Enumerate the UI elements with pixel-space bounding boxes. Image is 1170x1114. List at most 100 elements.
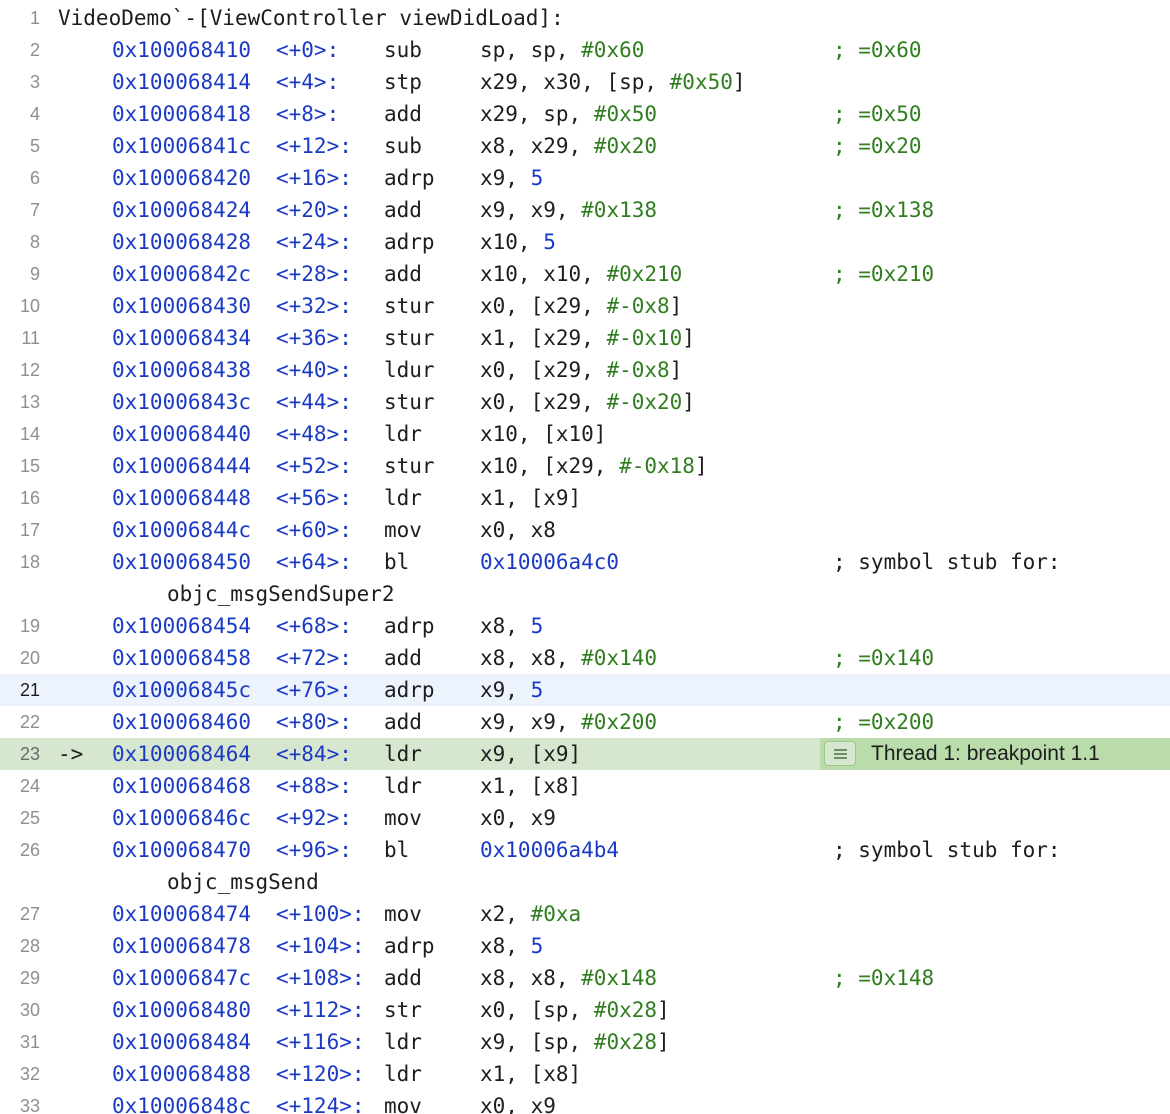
line-number[interactable]: 20 <box>0 642 40 674</box>
instruction-row[interactable]: 22 0x100068460 <+80>: add x9, x9, #0x200 ; =0… <box>0 706 1170 738</box>
instruction-row[interactable]: 19 0x100068454 <+68>: adrp x8, 5 <box>0 610 1170 642</box>
instruction-row[interactable]: 24 0x100068468 <+88>: ldr x1, [x8] <box>0 770 1170 802</box>
line-number[interactable]: 25 <box>0 802 40 834</box>
instruction-row[interactable]: 21 0x10006845c <+76>: adrp x9, 5 <box>0 674 1170 706</box>
instruction-address: 0x10006848c <box>112 1094 252 1114</box>
operand-text: x8, <box>480 614 531 638</box>
instruction-row[interactable]: 14 0x100068440 <+48>: ldr x10, [x10] <box>0 418 1170 450</box>
instruction-offset: <+28>: <box>276 262 352 286</box>
instruction-row[interactable]: 2 0x100068410 <+0>: sub sp, sp, #0x60 ; =0x60 <box>0 34 1170 66</box>
instruction-comment: ; =0x200 <box>833 710 935 734</box>
instruction-row[interactable]: 3 0x100068414 <+4>: stp x29, x30, [sp, #0x50… <box>0 66 1170 98</box>
disassembly-editor[interactable]: 1 VideoDemo`-[ViewController viewDidLoad… <box>0 0 1170 1114</box>
instruction-offset: <+12>: <box>276 134 352 158</box>
instruction-offset: <+100>: <box>276 902 365 926</box>
line-number[interactable]: 7 <box>0 194 40 226</box>
instruction-offset: <+104>: <box>276 934 365 958</box>
operand-text: sp, sp, <box>480 38 582 62</box>
line-number[interactable]: 27 <box>0 898 40 930</box>
line-number[interactable]: 10 <box>0 290 40 322</box>
line-number[interactable]: 29 <box>0 962 40 994</box>
instruction-row[interactable]: 18 0x100068450 <+64>: bl 0x10006a4c0 ; symbol… <box>0 546 1170 578</box>
instruction-row[interactable]: 28 0x100068478 <+104>: adrp x8, 5 <box>0 930 1170 962</box>
line-number[interactable]: 3 <box>0 66 40 98</box>
instruction-address: 0x10006844c <box>112 518 252 542</box>
line-number[interactable]: 24 <box>0 770 40 802</box>
header-row[interactable]: 1 VideoDemo`-[ViewController viewDidLoad… <box>0 2 1170 34</box>
line-number[interactable]: 6 <box>0 162 40 194</box>
line-number[interactable]: 23 <box>0 738 40 770</box>
operand-text: x8, x8, <box>480 966 582 990</box>
instruction-address: 0x10006843c <box>112 390 252 414</box>
line-number[interactable]: 30 <box>0 994 40 1026</box>
lines-icon[interactable] <box>824 741 856 766</box>
operand-text: x9, x9, <box>480 710 582 734</box>
instruction-row[interactable]: 33 0x10006848c <+124>: mov x0, x9 <box>0 1090 1170 1114</box>
operand-immediate: #0x148 <box>581 966 658 990</box>
line-number[interactable]: 11 <box>0 322 40 354</box>
instruction-row[interactable]: 13 0x10006843c <+44>: stur x0, [x29, #-0x20] <box>0 386 1170 418</box>
instruction-address: 0x100068440 <box>112 422 252 446</box>
instruction-row[interactable]: 15 0x100068444 <+52>: stur x10, [x29, #-0x18… <box>0 450 1170 482</box>
line-number[interactable]: 2 <box>0 34 40 66</box>
line-number[interactable]: 22 <box>0 706 40 738</box>
instruction-row[interactable]: 10 0x100068430 <+32>: stur x0, [x29, #-0x8] <box>0 290 1170 322</box>
operand-text: x1, [x8] <box>480 774 582 798</box>
instruction-address: 0x100068414 <box>112 70 252 94</box>
line-number[interactable]: 17 <box>0 514 40 546</box>
instruction-row[interactable]: 17 0x10006844c <+60>: mov x0, x8 <box>0 514 1170 546</box>
instruction-row[interactable]: 20 0x100068458 <+72>: add x8, x8, #0x140 ; =0… <box>0 642 1170 674</box>
instruction-address: 0x100068448 <box>112 486 252 510</box>
instruction-row[interactable]: 6 0x100068420 <+16>: adrp x9, 5 <box>0 162 1170 194</box>
instruction-row[interactable]: 8 0x100068428 <+24>: adrp x10, 5 <box>0 226 1170 258</box>
instruction-row[interactable]: 4 0x100068418 <+8>: add x29, sp, #0x50 ; =0x5… <box>0 98 1170 130</box>
operand-text: x29, x30, [sp, <box>480 70 670 94</box>
instruction-row[interactable]: 31 0x100068484 <+116>: ldr x9, [sp, #0x28] <box>0 1026 1170 1058</box>
instruction-row[interactable]: 32 0x100068488 <+120>: ldr x1, [x8] <box>0 1058 1170 1090</box>
instruction-mnemonic: ldr <box>384 774 422 798</box>
operand-text: x10, [x29, <box>480 454 620 478</box>
instruction-address: 0x100068428 <box>112 230 252 254</box>
line-number[interactable]: 32 <box>0 1058 40 1090</box>
instruction-row[interactable]: 23 -> 0x100068464 <+84>: ldr x9, [x9] Thread 1… <box>0 738 1170 770</box>
line-number[interactable]: 21 <box>0 674 40 706</box>
instruction-offset: <+120>: <box>276 1062 365 1086</box>
line-number[interactable]: 26 <box>0 834 40 866</box>
instruction-offset: <+96>: <box>276 838 352 862</box>
instruction-address: 0x100068454 <box>112 614 252 638</box>
line-number[interactable]: 5 <box>0 130 40 162</box>
instruction-row[interactable]: 5 0x10006841c <+12>: sub x8, x29, #0x20 ; =0x… <box>0 130 1170 162</box>
line-number[interactable]: 16 <box>0 482 40 514</box>
instruction-operands: x29, x30, [sp, #0x50] <box>480 66 746 98</box>
instruction-row[interactable]: 27 0x100068474 <+100>: mov x2, #0xa <box>0 898 1170 930</box>
instruction-row[interactable]: 30 0x100068480 <+112>: str x0, [sp, #0x28] <box>0 994 1170 1026</box>
line-number[interactable]: 31 <box>0 1026 40 1058</box>
line-number[interactable]: 15 <box>0 450 40 482</box>
instruction-row[interactable]: 29 0x10006847c <+108>: add x8, x8, #0x148 ; =… <box>0 962 1170 994</box>
instruction-row[interactable]: 12 0x100068438 <+40>: ldur x0, [x29, #-0x8] <box>0 354 1170 386</box>
operand-immediate: #0xa <box>530 902 582 926</box>
operand-value: 0x10006a4b4 <box>480 838 620 862</box>
instruction-row[interactable]: 11 0x100068434 <+36>: stur x1, [x29, #-0x10] <box>0 322 1170 354</box>
line-number[interactable]: 8 <box>0 226 40 258</box>
line-number[interactable]: 19 <box>0 610 40 642</box>
instruction-row[interactable]: 26 0x100068470 <+96>: bl 0x10006a4b4 ; symbol… <box>0 834 1170 866</box>
instruction-row[interactable]: 25 0x10006846c <+92>: mov x0, x9 <box>0 802 1170 834</box>
line-number[interactable]: 33 <box>0 1090 40 1114</box>
instruction-row[interactable]: 7 0x100068424 <+20>: add x9, x9, #0x138 ; =0x… <box>0 194 1170 226</box>
line-number[interactable]: 14 <box>0 418 40 450</box>
operand-text: x9, [x9] <box>480 742 582 766</box>
line-number[interactable]: 13 <box>0 386 40 418</box>
line-number[interactable]: 4 <box>0 98 40 130</box>
line-number[interactable]: 28 <box>0 930 40 962</box>
line-number[interactable]: 9 <box>0 258 40 290</box>
operand-text: ] <box>657 998 670 1022</box>
instruction-offset: <+32>: <box>276 294 352 318</box>
instruction-row[interactable]: 16 0x100068448 <+56>: ldr x1, [x9] <box>0 482 1170 514</box>
instruction-row[interactable]: 9 0x10006842c <+28>: add x10, x10, #0x210 ; =… <box>0 258 1170 290</box>
instruction-operands: x8, x29, #0x20 <box>480 130 657 162</box>
line-number[interactable]: 12 <box>0 354 40 386</box>
operand-text: x0, [x29, <box>480 358 607 382</box>
instruction-operands: x9, 5 <box>480 162 543 194</box>
line-number[interactable]: 18 <box>0 546 40 578</box>
